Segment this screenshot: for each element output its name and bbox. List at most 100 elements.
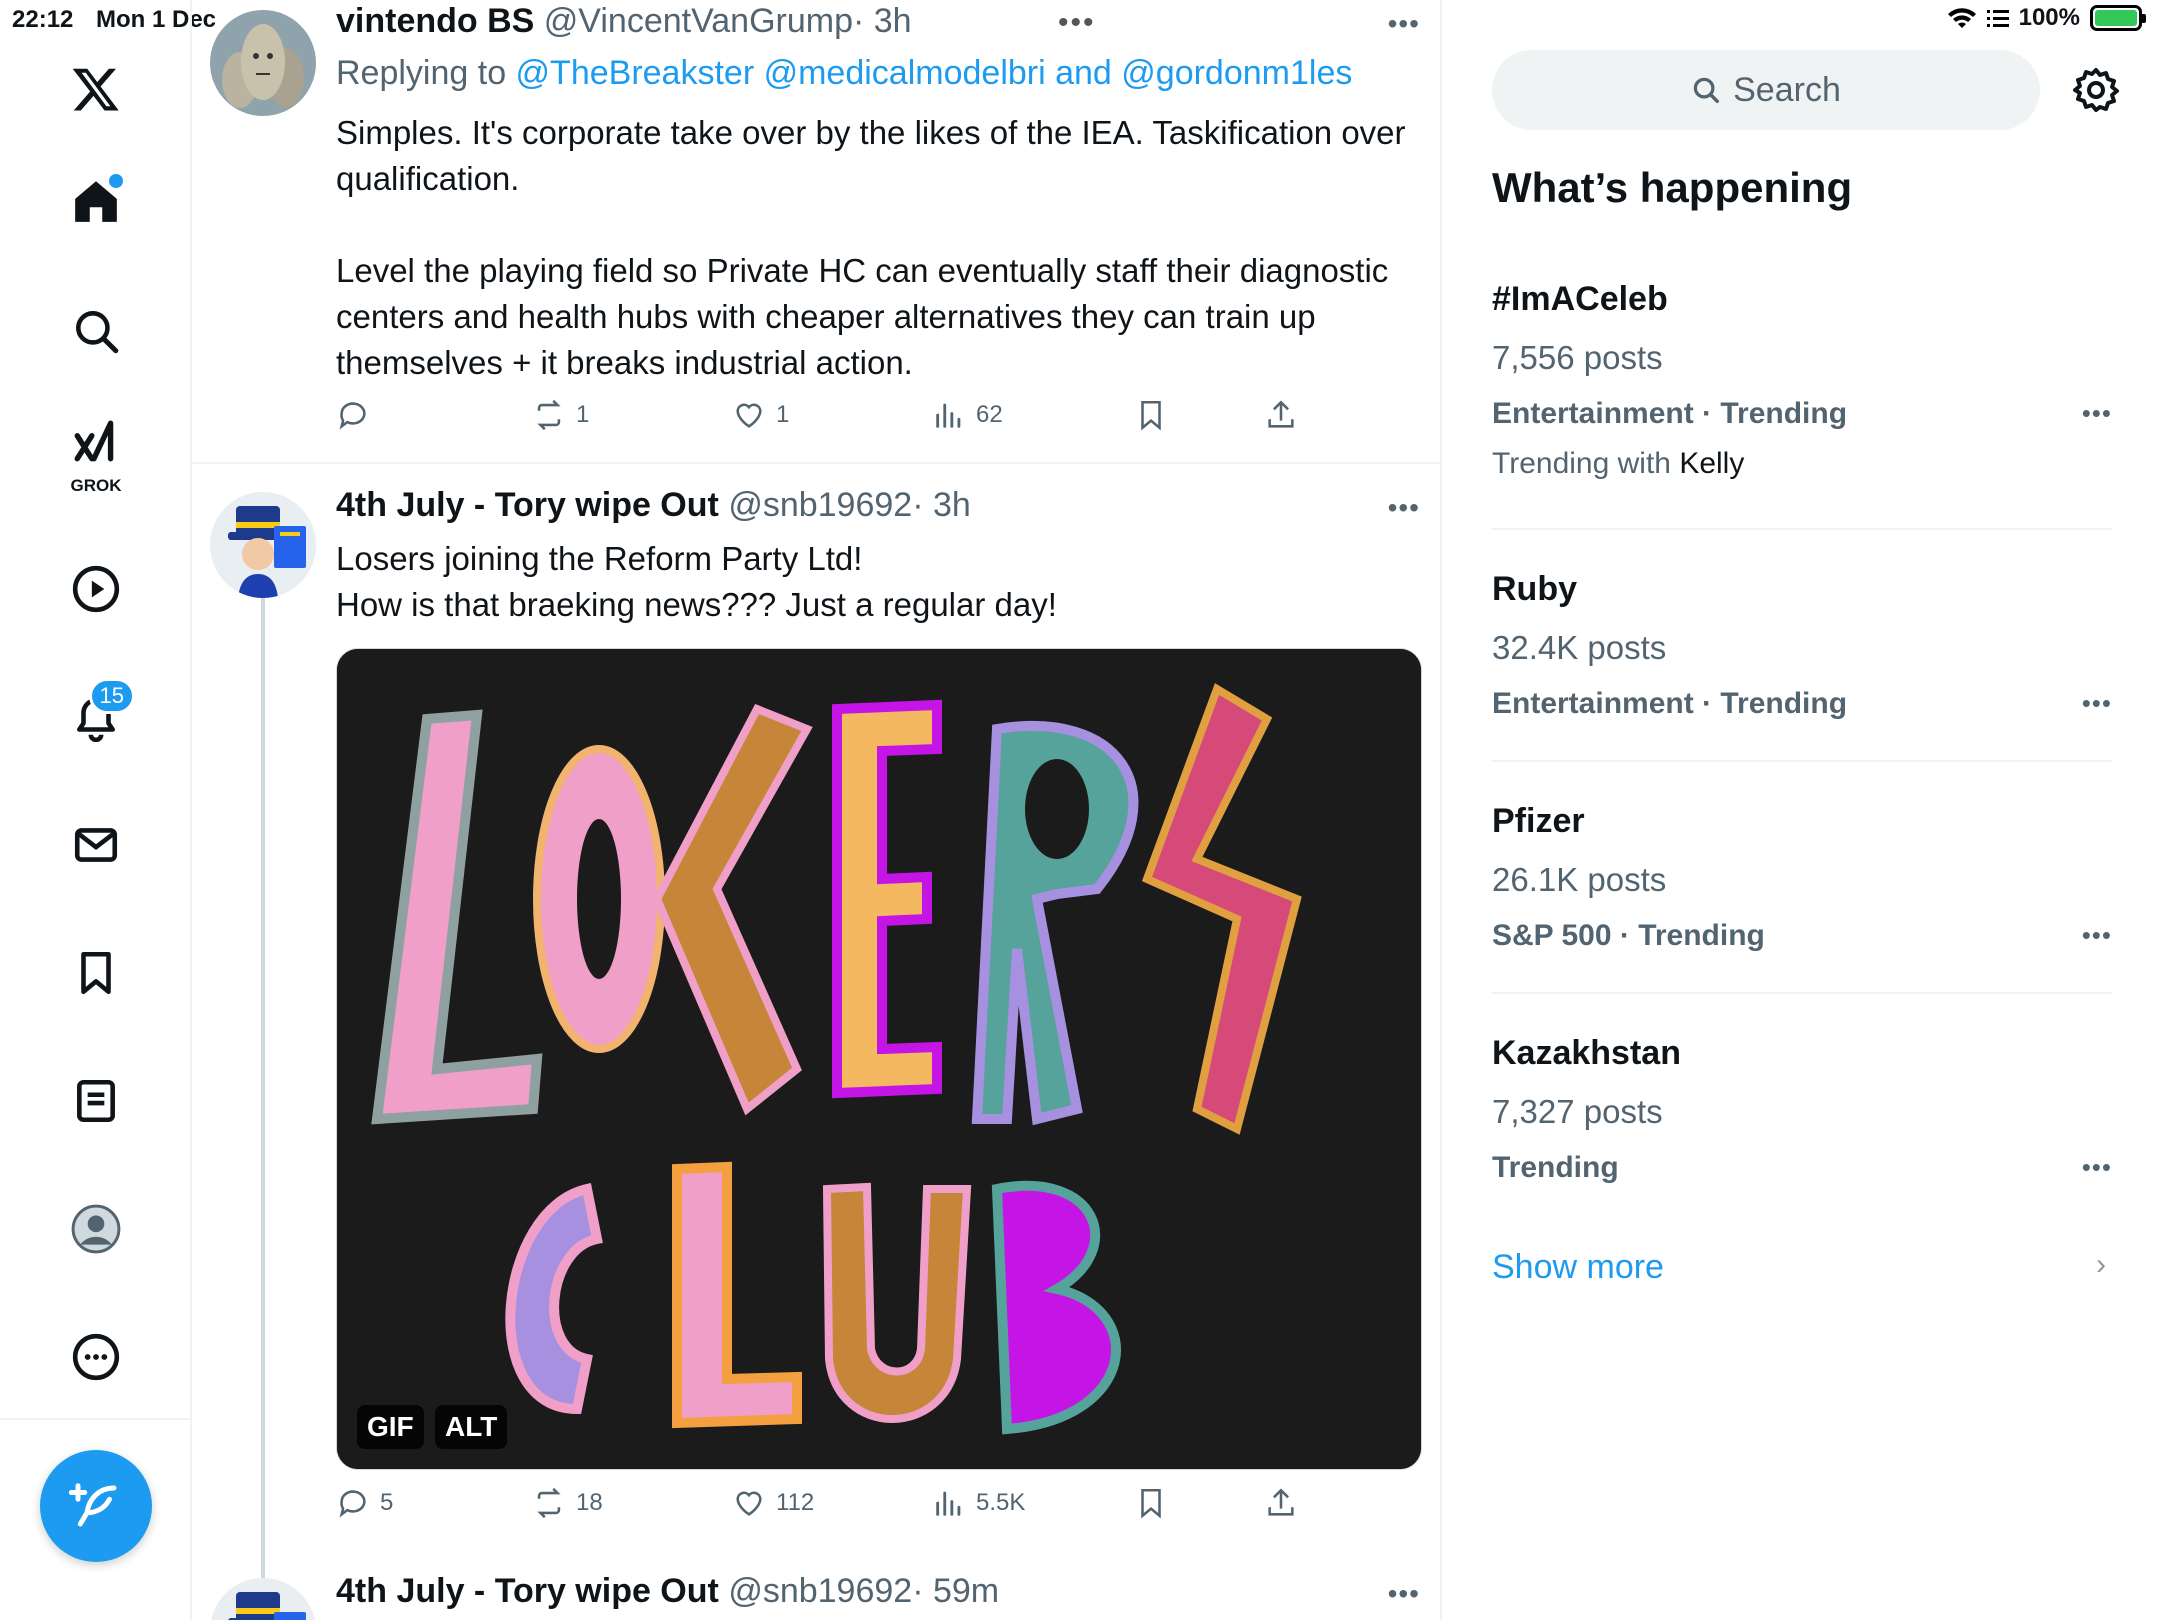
section-title: What’s happening [1492,164,1853,211]
search-input[interactable]: Search [1492,50,2040,130]
trend-item[interactable]: #ImACeleb 7,556 posts Entertainment · Tr… [1492,280,2112,481]
author-name[interactable]: 4th July - Tory wipe Out [336,486,719,524]
like-button[interactable]: 1 [732,398,789,432]
trend-category: Trending [1492,1151,1619,1184]
tweet-line: Losers joining the Reform Party Ltd! [336,540,863,577]
bookmark-icon [81,951,111,995]
like-button[interactable]: 112 [732,1486,814,1520]
nav-lists[interactable] [55,1060,137,1142]
author-handle[interactable]: @snb19692 [728,1572,912,1610]
avatar[interactable] [210,1578,316,1620]
repost-button[interactable]: 18 [532,1486,603,1520]
nav-grok[interactable]: GROK [55,410,137,495]
tweet-more-icon[interactable]: ••• [1388,8,1420,40]
trend-category: Entertainment · Trending [1492,397,1848,430]
heart-icon [736,1491,762,1516]
trend-category: Entertainment · Trending [1492,687,1848,720]
views-button[interactable]: 5.5K [932,1486,1025,1520]
chevron-right-icon[interactable]: › [2096,1248,2106,1282]
nav-more[interactable] [55,1316,137,1398]
list-icon [77,1079,115,1123]
trend-name: #ImACeleb [1492,280,1668,318]
tweet-header: 4th July - Tory wipe Out @snb19692· 59m [336,1572,999,1611]
trend-item[interactable]: Kazakhstan 7,327 posts Trending ••• [1492,1034,2112,1185]
trend-count: 7,327 posts [1492,1093,1663,1130]
views-button[interactable]: 62 [932,398,1003,432]
share-button[interactable] [1264,1486,1298,1520]
avatar[interactable] [210,10,316,116]
tweet-more-icon[interactable]: ••• [1388,1578,1420,1610]
reply-button[interactable] [336,398,380,432]
more-circle-icon [72,1333,120,1381]
reply-button[interactable]: 5 [336,1486,393,1520]
trend-more-icon[interactable]: ••• [2082,688,2112,719]
tweet-gif[interactable]: GIF ALT [336,648,1422,1470]
nav-home[interactable] [55,160,137,242]
view-count: 5.5K [976,1489,1026,1516]
repost-count: 18 [576,1489,603,1516]
author-handle[interactable]: @snb19692 [728,486,912,524]
views-icon [936,403,961,428]
tweet-text: Losers joining the Reform Party Ltd! How… [336,536,1416,628]
tweet-more-icon[interactable]: ••• [1388,492,1420,524]
bookmark-button[interactable] [1134,1486,1168,1520]
trend-count: 32.4K posts [1492,629,1667,666]
replying-mentions[interactable]: @TheBreakster @medicalmodelbri and @gord… [516,54,1353,92]
trend-name: Pfizer [1492,802,1585,840]
bookmark-icon [1141,400,1161,431]
trend-count: 26.1K posts [1492,861,1667,898]
right-sidebar: Search What’s happening #ImACeleb 7,556 … [1444,0,2160,1620]
feather-plus-icon [69,1483,117,1527]
thread-line [261,594,265,1620]
alt-badge[interactable]: ALT [435,1405,508,1449]
trend-name: Kazakhstan [1492,1034,1681,1072]
trend-item[interactable]: Pfizer 26.1K posts S&P 500 · Trending ••… [1492,802,2112,953]
tweet-line: How is that braeking news??? Just a regu… [336,586,1057,623]
grok-label: GROK [70,476,122,495]
trend-more-icon[interactable]: ••• [2082,920,2112,951]
tweet-actions: 5 18 112 5.5K [336,1486,1406,1536]
compose-button[interactable] [40,1450,152,1562]
bookmark-button[interactable] [1134,398,1168,432]
nav-messages[interactable] [55,804,137,886]
gif-badge: GIF [357,1405,424,1449]
notifications-badge: 15 [88,678,135,714]
nav-profile[interactable] [55,1188,137,1270]
trend-more-icon[interactable]: ••• [2082,398,2112,429]
profile-icon [71,1204,121,1254]
share-icon [1268,400,1294,428]
trend-item[interactable]: Ruby 32.4K posts Entertainment · Trendin… [1492,570,2112,721]
repost-button[interactable]: 1 [532,398,589,432]
x-logo-icon[interactable] [55,48,137,130]
tweet-actions: 1 1 62 [336,398,1406,448]
views-icon [936,1491,961,1516]
replying-to: Replying to @TheBreakster @medicalmodelb… [336,54,1352,93]
tweet[interactable]: vintendo BS @VincentVanGrump· 3h ••• Rep… [192,0,1440,462]
search-icon [76,311,119,354]
repost-count: 1 [576,401,590,428]
trend-more-icon[interactable]: ••• [2082,1152,2112,1183]
tweet[interactable]: 4th July - Tory wipe Out @snb19692· 59m … [192,1570,1440,1620]
share-button[interactable] [1264,398,1298,432]
trend-with-prefix: Trending with [1492,447,1680,480]
reply-icon [339,1490,366,1518]
nav-divider [0,1418,192,1420]
heart-icon [736,403,762,428]
nav-notifications[interactable]: 15 [55,676,137,758]
show-more-link[interactable]: Show more [1492,1248,1664,1287]
trend-count: 7,556 posts [1492,339,1663,376]
tweet-text: Simples. It's corporate take over by the… [336,110,1416,386]
nav-bookmarks[interactable] [55,932,137,1014]
share-icon [1268,1488,1294,1516]
nav-video[interactable] [55,548,137,630]
settings-gear-icon[interactable] [2072,66,2120,114]
tweet-time: · 3h [852,2,912,40]
author-handle[interactable]: @VincentVanGrump [544,2,853,40]
nav-explore[interactable] [55,290,137,372]
author-name[interactable]: vintendo BS [336,2,534,40]
author-name[interactable]: 4th July - Tory wipe Out [336,1572,719,1610]
envelope-icon [74,828,118,862]
losers-club-art [337,649,1421,1469]
avatar[interactable] [210,492,316,598]
tweet-time: · 3h [912,486,971,524]
